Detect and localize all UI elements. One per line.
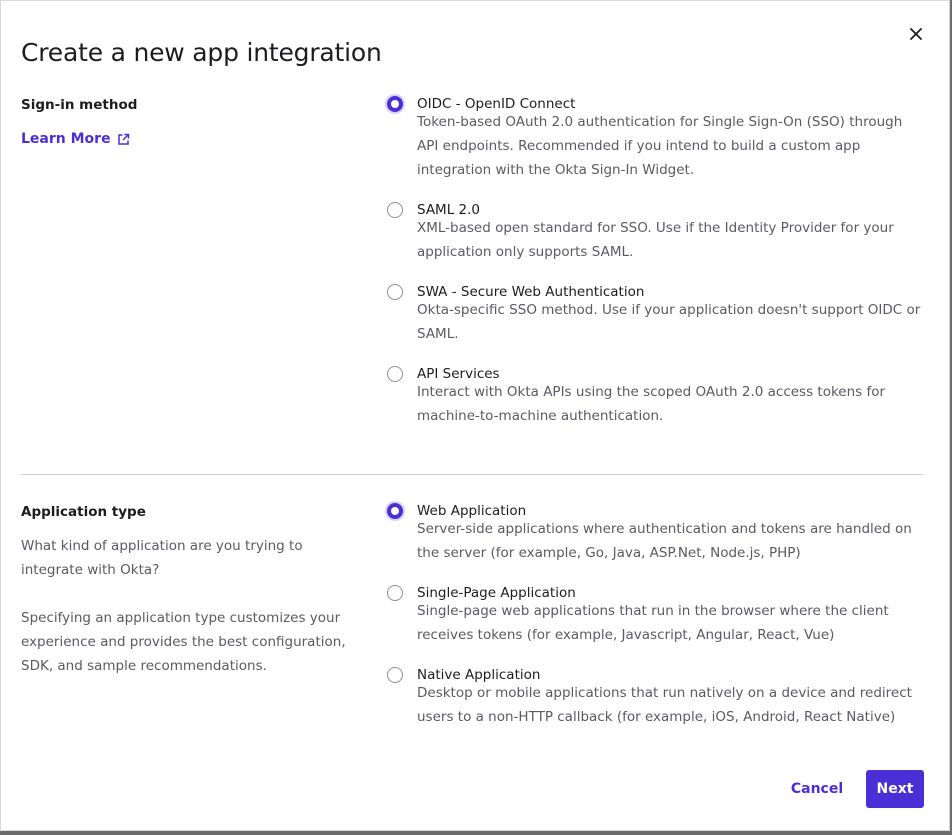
create-app-integration-dialog: Create a new app integration Sign-in met… — [0, 0, 950, 831]
close-icon — [910, 28, 922, 40]
external-link-icon — [117, 133, 129, 145]
close-button[interactable] — [901, 19, 931, 49]
radio-api-services[interactable] — [387, 366, 403, 382]
sign-in-method-label: Sign-in method — [21, 97, 138, 113]
application-type-help-detail: Specifying an application type customize… — [21, 610, 346, 674]
option-api-services-description: Interact with Okta APIs using the scoped… — [417, 384, 886, 424]
radio-saml[interactable] — [387, 202, 403, 218]
radio-native-application[interactable] — [387, 667, 403, 683]
dialog-title: Create a new app integration — [21, 38, 382, 67]
option-oidc-description: Token-based OAuth 2.0 authentication for… — [417, 114, 903, 178]
option-swa-description: Okta-specific SSO method. Use if your ap… — [417, 302, 921, 342]
learn-more-link[interactable]: Learn More — [21, 128, 130, 150]
application-type-help-question: What kind of application are you trying … — [21, 538, 303, 578]
option-web-application-description: Server-side applications where authentic… — [417, 521, 912, 561]
radio-swa[interactable] — [387, 284, 403, 300]
option-saml-description: XML-based open standard for SSO. Use if … — [417, 220, 894, 260]
application-type-label: Application type — [21, 504, 146, 520]
radio-oidc[interactable] — [387, 96, 403, 112]
option-native-application-description: Desktop or mobile applications that run … — [417, 685, 912, 725]
radio-web-application[interactable] — [387, 503, 403, 519]
learn-more-label: Learn More — [21, 131, 111, 147]
next-button[interactable]: Next — [866, 770, 924, 808]
radio-single-page-application[interactable] — [387, 585, 403, 601]
option-single-page-application-description: Single-page web applications that run in… — [417, 603, 889, 643]
section-divider — [21, 474, 923, 475]
cancel-button[interactable]: Cancel — [781, 771, 853, 807]
